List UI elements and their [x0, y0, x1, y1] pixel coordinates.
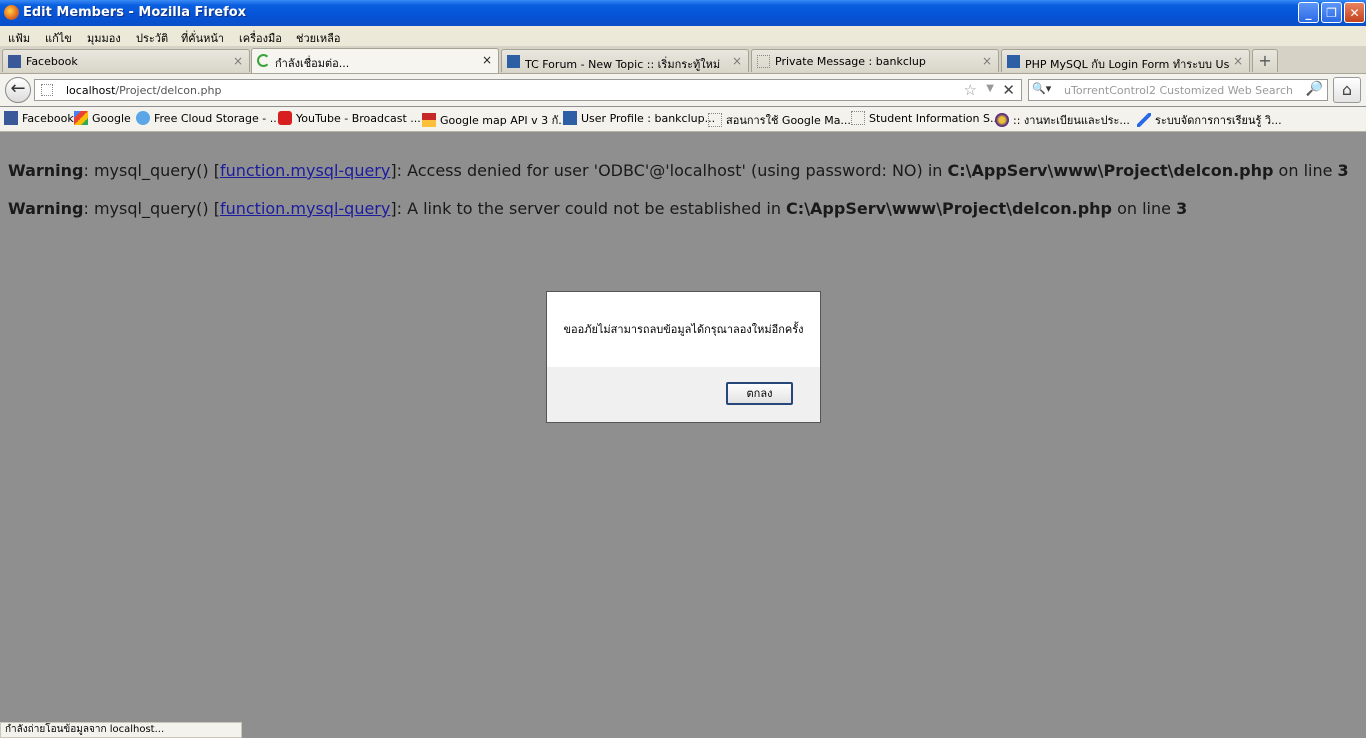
search-engine-icon[interactable]: 🔍▾ — [1032, 82, 1054, 98]
menu-file[interactable]: แฟ้ม — [8, 29, 30, 47]
site-identity-icon[interactable] — [41, 84, 53, 96]
menu-bookmarks[interactable]: ที่คั่นหน้า — [181, 29, 224, 47]
warning-line-number: 3 — [1337, 161, 1349, 180]
tab-bar: Facebook × กำลังเชื่อมต่อ... × TC Forum … — [0, 46, 1366, 74]
menu-history[interactable]: ประวัติ — [136, 29, 168, 47]
blank-page-icon — [708, 113, 722, 127]
warning-label: Warning — [8, 161, 84, 180]
bookmark-google-map-api[interactable]: Google map API v 3 กั... — [422, 111, 569, 129]
tab-label: Facebook — [26, 55, 78, 68]
menu-view[interactable]: มุมมอง — [87, 29, 121, 47]
warning-text: on line — [1273, 161, 1338, 180]
forum-icon — [1007, 55, 1020, 68]
close-window-button[interactable]: ✕ — [1344, 2, 1365, 23]
tab-edit-members[interactable]: กำลังเชื่อมต่อ... × — [251, 48, 499, 73]
status-bar: กำลังถ่ายโอนข้อมูลจาก localhost... — [0, 722, 242, 738]
bookmark-youtube[interactable]: YouTube - Broadcast ... — [278, 111, 421, 125]
alert-message: ขออภัยไม่สามารถลบข้อมูลได้กรุณาลองใหม่อี… — [547, 292, 820, 367]
new-tab-button[interactable]: + — [1252, 49, 1278, 72]
menu-tools[interactable]: เครื่องมือ — [239, 29, 282, 47]
warning-function-link[interactable]: function.mysql-query — [220, 161, 390, 180]
url-text[interactable]: localhost/Project/delcon.php — [66, 84, 221, 97]
forum-icon — [563, 111, 577, 125]
bookmark-google[interactable]: Google — [74, 111, 131, 125]
back-button[interactable]: ← — [5, 77, 31, 103]
blank-page-icon — [851, 111, 865, 125]
facebook-icon — [8, 55, 21, 68]
maximize-button[interactable]: ❐ — [1321, 2, 1342, 23]
tab-close-icon[interactable]: × — [1233, 54, 1243, 68]
php-warning: Warning: mysql_query() [function.mysql-q… — [8, 199, 1187, 218]
search-input[interactable]: uTorrentControl2 Customized Web Search — [1064, 84, 1293, 97]
tab-close-icon[interactable]: × — [482, 53, 492, 67]
warning-label: Warning — [8, 199, 84, 218]
warning-text: ]: A link to the server could not be est… — [390, 199, 787, 218]
warning-text: : mysql_query() [ — [83, 161, 220, 180]
bookmark-student-information[interactable]: Student Information S... — [851, 111, 1000, 125]
tab-facebook[interactable]: Facebook × — [2, 49, 250, 72]
search-go-icon[interactable]: 🔎 — [1306, 81, 1323, 97]
warning-line-number: 3 — [1176, 199, 1188, 218]
forum-icon — [507, 55, 520, 68]
alert-footer: ตกลง — [547, 367, 820, 422]
tab-tc-forum[interactable]: TC Forum - New Topic :: เริ่มกระทู้ใหม่ … — [501, 49, 749, 72]
navigation-bar: ← localhost/Project/delcon.php ☆ ▼ ✕ 🔍▾ … — [0, 74, 1366, 106]
warning-text: ]: Access denied for user 'ODBC'@'localh… — [390, 161, 948, 180]
ok-button[interactable]: ตกลง — [726, 382, 793, 405]
bookmark-google-maps-tutorial[interactable]: สอนการใช้ Google Ma... — [708, 111, 851, 129]
tab-label: กำลังเชื่อมต่อ... — [275, 57, 350, 70]
bookmark-facebook[interactable]: Facebook — [4, 111, 74, 125]
tab-private-message[interactable]: Private Message : bankclup × — [751, 49, 999, 72]
facebook-icon — [4, 111, 18, 125]
tab-close-icon[interactable]: × — [233, 54, 243, 68]
bookmark-star-icon[interactable]: ☆ — [964, 81, 977, 99]
feather-icon — [1137, 113, 1151, 127]
warning-text: on line — [1112, 199, 1177, 218]
loading-spinner-icon — [257, 54, 270, 67]
tab-close-icon[interactable]: × — [982, 54, 992, 68]
firefox-logo-icon — [4, 5, 19, 20]
menu-edit[interactable]: แก้ไข — [45, 29, 72, 47]
menu-bar: แฟ้ม แก้ไข มุมมอง ประวัติ ที่คั่นหน้า เค… — [0, 26, 1366, 46]
bookmark-user-profile[interactable]: User Profile : bankclup... — [563, 111, 715, 125]
bookmark-free-cloud-storage[interactable]: Free Cloud Storage - ... — [136, 111, 280, 125]
map-icon — [422, 113, 436, 127]
university-icon — [995, 113, 1009, 127]
window-titlebar: Edit Members - Mozilla Firefox _ ❐ ✕ — [0, 0, 1366, 26]
google-icon — [74, 111, 88, 125]
tab-label: PHP MySQL กับ Login Form ทำระบบ User ... — [1025, 58, 1230, 71]
warning-text: : mysql_query() [ — [83, 199, 220, 218]
alert-dialog: ขออภัยไม่สามารถลบข้อมูลได้กรุณาลองใหม่อี… — [546, 291, 821, 423]
search-bar[interactable]: 🔍▾ uTorrentControl2 Customized Web Searc… — [1028, 79, 1328, 101]
url-bar[interactable]: localhost/Project/delcon.php ☆ ▼ ✕ — [34, 79, 1022, 101]
tab-label: TC Forum - New Topic :: เริ่มกระทู้ใหม่ — [525, 58, 721, 71]
home-button[interactable]: ⌂ — [1333, 77, 1361, 103]
menu-help[interactable]: ช่วยเหลือ — [296, 29, 340, 47]
warning-file-path: C:\AppServ\www\Project\delcon.php — [947, 161, 1274, 180]
minimize-button[interactable]: _ — [1298, 2, 1319, 23]
tab-label: Private Message : bankclup — [775, 55, 926, 68]
tab-close-icon[interactable]: × — [732, 54, 742, 68]
tab-php-mysql[interactable]: PHP MySQL กับ Login Form ทำระบบ User ...… — [1001, 49, 1250, 72]
bookmark-registration-office[interactable]: :: งานทะเบียนและประ... — [995, 111, 1130, 129]
window-title: Edit Members - Mozilla Firefox — [23, 5, 247, 20]
youtube-icon — [278, 111, 292, 125]
bookmark-learning-management[interactable]: ระบบจัดการการเรียนรู้ วิ... — [1137, 111, 1282, 129]
page-content: Warning: mysql_query() [function.mysql-q… — [0, 132, 1366, 722]
cloud-icon — [136, 111, 150, 125]
php-warning: Warning: mysql_query() [function.mysql-q… — [8, 161, 1349, 180]
history-dropdown-icon[interactable]: ▼ — [986, 83, 994, 94]
bookmarks-toolbar: Facebook Google Free Cloud Storage - ...… — [0, 107, 1366, 132]
warning-function-link[interactable]: function.mysql-query — [220, 199, 390, 218]
url-path: /Project/delcon.php — [115, 84, 222, 97]
stop-button[interactable]: ✕ — [1002, 81, 1015, 99]
warning-file-path: C:\AppServ\www\Project\delcon.php — [786, 199, 1112, 218]
blank-page-icon — [757, 55, 770, 68]
url-host: localhost — [66, 84, 116, 97]
